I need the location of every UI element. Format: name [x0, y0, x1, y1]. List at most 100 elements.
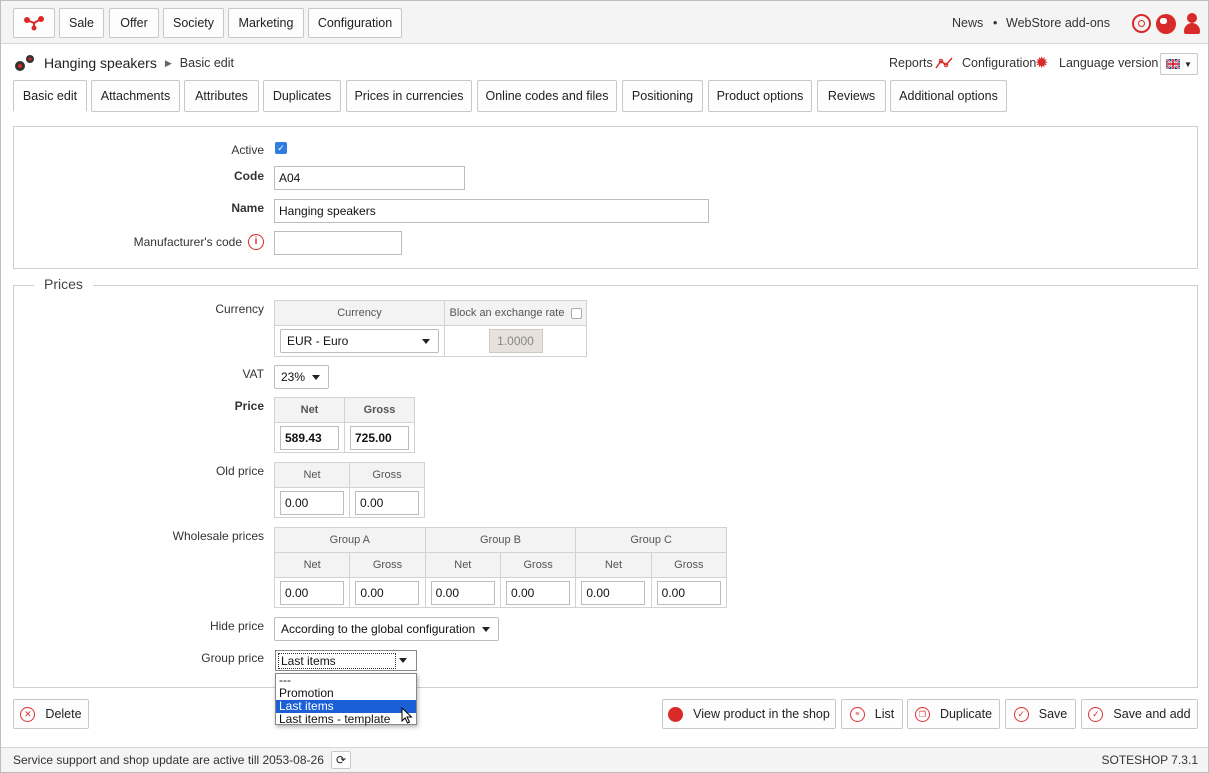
nav-marketing[interactable]: Marketing — [228, 8, 304, 38]
vat-select[interactable]: 23% — [274, 365, 329, 389]
group-b-gross-input[interactable]: 0.00 — [505, 580, 570, 605]
globe-icon — [668, 706, 684, 722]
tab-attributes[interactable]: Attributes — [184, 80, 259, 112]
old-gross-input[interactable]: 0.00 — [355, 490, 419, 515]
status-bar: Service support and shop update are acti… — [1, 747, 1208, 772]
chart-trend-icon[interactable] — [935, 56, 953, 70]
vat-label: VAT — [242, 367, 264, 381]
tab-reviews[interactable]: Reviews — [817, 80, 886, 112]
group-a-net-input[interactable]: 0.00 — [280, 580, 344, 605]
price-label: Price — [234, 399, 264, 413]
tab-online-codes-and-files[interactable]: Online codes and files — [477, 80, 617, 112]
group-b-gross-header: Gross — [499, 552, 577, 578]
refresh-icon[interactable]: ⟳ — [331, 751, 351, 769]
currency-select-value: EUR - Euro — [287, 334, 349, 348]
group-a-gross-input[interactable]: 0.00 — [355, 580, 420, 605]
save-button-label: Save — [1038, 707, 1068, 721]
group-c-net-header: Net — [575, 552, 652, 578]
uk-flag-icon — [1166, 59, 1181, 69]
share-logo-icon — [24, 16, 44, 31]
breadcrumb: Hanging speakers ▶ Basic edit — [14, 52, 234, 74]
nav-sale[interactable]: Sale — [59, 8, 104, 38]
view-in-shop-label: View product in the shop — [693, 707, 830, 721]
old-gross-header: Gross — [349, 462, 425, 488]
tab-duplicates[interactable]: Duplicates — [263, 80, 341, 112]
globe-icon[interactable] — [1156, 14, 1176, 34]
list-button[interactable]: ≡ List — [841, 699, 903, 729]
nav-configuration[interactable]: Configuration — [308, 8, 402, 38]
price-net-header: Net — [274, 397, 345, 423]
tab-additional-options[interactable]: Additional options — [890, 80, 1007, 112]
manufacturer-code-input[interactable] — [274, 231, 402, 255]
info-icon[interactable]: i — [248, 234, 264, 250]
webstore-addons-link[interactable]: WebStore add-ons — [1006, 16, 1110, 30]
nav-offer[interactable]: Offer — [109, 8, 159, 38]
check-icon: ✓ — [1088, 706, 1104, 722]
old-net-input[interactable]: 0.00 — [280, 490, 344, 515]
code-input[interactable]: A04 — [274, 166, 465, 190]
news-link[interactable]: News — [952, 16, 983, 30]
price-gross-input[interactable]: 725.00 — [350, 425, 409, 450]
search-icon[interactable] — [1132, 14, 1151, 33]
service-status-text: Service support and shop update are acti… — [13, 753, 324, 767]
gear-icon[interactable]: ✹ — [1035, 53, 1048, 73]
tab-prices-in-currencies[interactable]: Prices in currencies — [346, 80, 472, 112]
speaker-product-icon — [15, 55, 34, 71]
nav-society[interactable]: Society — [163, 8, 224, 38]
group-c-header: Group C — [575, 527, 727, 553]
top-navigation-bar: Sale Offer Society Marketing Configurati… — [1, 1, 1208, 44]
dropdown-option[interactable]: Last items - template — [276, 713, 416, 726]
save-and-add-button[interactable]: ✓ Save and add — [1081, 699, 1198, 729]
exchange-rate-input: 1.0000 — [488, 329, 543, 353]
configuration-link[interactable]: Configuration — [962, 56, 1036, 70]
save-button[interactable]: ✓ Save — [1005, 699, 1076, 729]
language-select[interactable]: ▼ — [1160, 53, 1198, 75]
group-price-select[interactable]: Last items — [275, 650, 417, 671]
reports-link[interactable]: Reports — [889, 56, 933, 70]
currency-column-header: Currency — [274, 300, 445, 326]
duplicate-button[interactable]: ❐ Duplicate — [907, 699, 1000, 729]
group-c-gross-header: Gross — [650, 552, 728, 578]
tab-positioning[interactable]: Positioning — [622, 80, 703, 112]
price-table: Net Gross 589.43 725.00 — [274, 397, 415, 453]
mouse-cursor-icon — [401, 707, 413, 724]
name-input[interactable]: Hanging speakers — [274, 199, 709, 223]
list-button-label: List — [874, 707, 895, 721]
view-in-shop-button[interactable]: View product in the shop — [662, 699, 836, 729]
delete-button[interactable]: ✕ Delete — [13, 699, 89, 729]
tab-product-options[interactable]: Product options — [708, 80, 812, 112]
home-logo-button[interactable] — [13, 8, 55, 38]
code-label: Code — [234, 169, 264, 183]
wholesale-table: Group A Group B Group C Net Gross Net Gr… — [273, 527, 728, 608]
chevron-down-icon: ▼ — [1184, 59, 1192, 69]
version-text: SOTESHOP 7.3.1 — [1101, 753, 1199, 767]
nav-separator: • — [993, 16, 998, 30]
group-c-net-input[interactable]: 0.00 — [581, 580, 646, 605]
list-icon: ≡ — [849, 706, 865, 722]
active-label: Active — [231, 143, 264, 157]
currency-select[interactable]: EUR - Euro — [280, 329, 439, 353]
active-checkbox[interactable]: ✓ — [275, 142, 287, 154]
user-icon[interactable] — [1184, 13, 1200, 35]
name-label: Name — [231, 201, 264, 215]
group-price-label: Group price — [201, 651, 264, 665]
group-price-dropdown: --- Promotion Last items Last items - te… — [275, 673, 417, 726]
old-net-header: Net — [274, 462, 350, 488]
page-title: Hanging speakers — [44, 55, 157, 71]
price-net-input[interactable]: 589.43 — [280, 425, 339, 450]
manufacturer-code-label: Manufacturer's code — [133, 235, 242, 249]
language-version-label: Language version — [1059, 56, 1159, 70]
group-c-gross-input[interactable]: 0.00 — [656, 580, 721, 605]
hide-price-select[interactable]: According to the global configuration — [274, 617, 499, 641]
tab-attachments[interactable]: Attachments — [91, 80, 180, 112]
group-b-net-input[interactable]: 0.00 — [430, 580, 495, 605]
chevron-down-icon — [312, 375, 320, 380]
hide-price-label: Hide price — [209, 619, 264, 633]
group-a-header: Group A — [274, 527, 426, 553]
duplicate-button-label: Duplicate — [939, 707, 993, 721]
block-exchange-checkbox[interactable] — [570, 307, 582, 319]
hide-price-select-value: According to the global configuration — [281, 622, 476, 636]
tab-basic-edit[interactable]: Basic edit — [13, 80, 87, 112]
prices-legend: Prices — [34, 276, 93, 292]
delete-button-label: Delete — [45, 707, 82, 721]
